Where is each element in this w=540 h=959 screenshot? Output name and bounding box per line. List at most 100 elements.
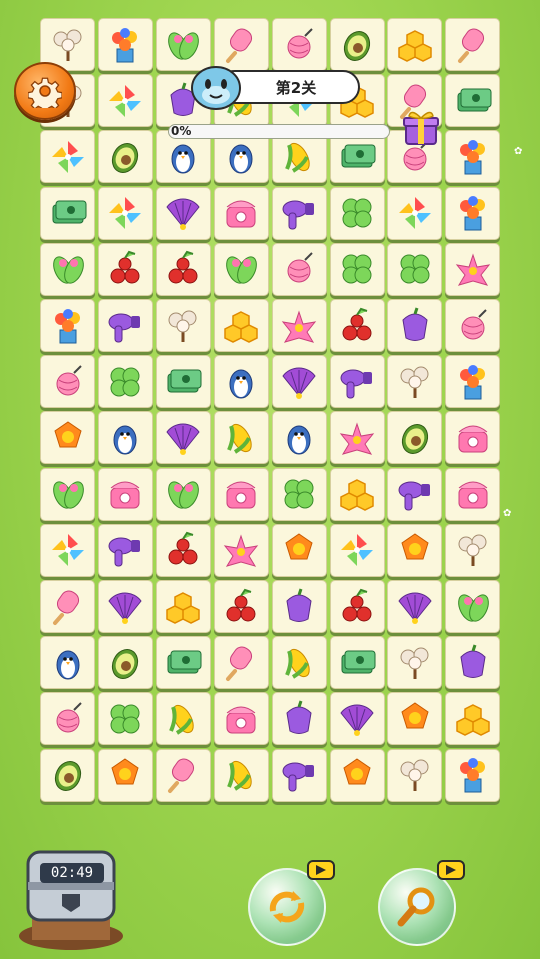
- tile-banknotes[interactable]: [155, 355, 211, 409]
- tile-flower-pot[interactable]: [445, 130, 501, 184]
- tile-orange-flower[interactable]: [40, 411, 95, 465]
- tile-orange-flower[interactable]: [271, 523, 327, 577]
- tile-avocado[interactable]: [329, 18, 385, 71]
- tile-clover[interactable]: [271, 467, 327, 521]
- tile-telephone[interactable]: [213, 467, 269, 521]
- tile-cotton[interactable]: [387, 636, 443, 690]
- tile-avocado[interactable]: [387, 411, 443, 465]
- tile-hairdryer[interactable]: [329, 355, 385, 409]
- tile-fan[interactable]: [387, 580, 443, 633]
- tile-telephone[interactable]: [213, 692, 269, 746]
- tile-flower-pot[interactable]: [445, 186, 501, 240]
- tile-clover[interactable]: [329, 242, 385, 296]
- tile-telephone[interactable]: [445, 411, 501, 465]
- tile-avocado[interactable]: [97, 130, 153, 184]
- tile-cotton[interactable]: [387, 355, 443, 409]
- tile-fan[interactable]: [155, 186, 211, 240]
- tile-banknotes[interactable]: [40, 186, 95, 240]
- tile-sandals[interactable]: [40, 467, 95, 521]
- tile-lotus[interactable]: [213, 523, 269, 577]
- tile-yarn[interactable]: [445, 299, 501, 352]
- tile-flower-pot[interactable]: [445, 748, 501, 802]
- tile-penguin[interactable]: [97, 411, 153, 465]
- tile-fan[interactable]: [329, 692, 385, 746]
- settings-button[interactable]: [14, 62, 76, 120]
- tile-telephone[interactable]: [445, 467, 501, 521]
- tile-banknotes[interactable]: [445, 74, 501, 128]
- tile-pinwheel[interactable]: [40, 523, 95, 577]
- tile-pinwheel[interactable]: [97, 74, 153, 128]
- tile-cherries[interactable]: [155, 242, 211, 296]
- tile-honeycomb[interactable]: [213, 299, 269, 352]
- tile-cherries[interactable]: [329, 299, 385, 352]
- tile-bellflower[interactable]: [387, 299, 443, 352]
- tile-honeycomb[interactable]: [155, 580, 211, 633]
- tile-popsicle[interactable]: [155, 748, 211, 802]
- tile-avocado[interactable]: [97, 636, 153, 690]
- gift-icon[interactable]: [402, 108, 440, 146]
- tile-flower-pot[interactable]: [40, 299, 95, 352]
- tile-corn[interactable]: [213, 748, 269, 802]
- tile-bellflower[interactable]: [445, 636, 501, 690]
- tile-telephone[interactable]: [97, 467, 153, 521]
- tile-fan[interactable]: [155, 411, 211, 465]
- tile-hairdryer[interactable]: [387, 467, 443, 521]
- tile-yarn[interactable]: [40, 692, 95, 746]
- tile-fan[interactable]: [271, 355, 327, 409]
- tile-penguin[interactable]: [271, 411, 327, 465]
- tile-hairdryer[interactable]: [271, 186, 327, 240]
- tile-cherries[interactable]: [329, 580, 385, 633]
- tile-corn[interactable]: [213, 411, 269, 465]
- tile-pinwheel[interactable]: [329, 523, 385, 577]
- tile-cotton[interactable]: [445, 523, 501, 577]
- tile-yarn[interactable]: [271, 242, 327, 296]
- tile-telephone[interactable]: [213, 186, 269, 240]
- tile-banknotes[interactable]: [155, 636, 211, 690]
- tile-flower-pot[interactable]: [97, 18, 153, 71]
- tile-lotus[interactable]: [271, 299, 327, 352]
- tile-clover[interactable]: [329, 186, 385, 240]
- tile-honeycomb[interactable]: [329, 467, 385, 521]
- tile-sandals[interactable]: [445, 580, 501, 633]
- tile-sandals[interactable]: [155, 467, 211, 521]
- tile-cotton[interactable]: [387, 748, 443, 802]
- tile-hairdryer[interactable]: [97, 299, 153, 352]
- tile-popsicle[interactable]: [445, 18, 501, 71]
- tile-sandals[interactable]: [40, 242, 95, 296]
- tile-bellflower[interactable]: [271, 692, 327, 746]
- tile-penguin[interactable]: [213, 355, 269, 409]
- tile-clover[interactable]: [97, 692, 153, 746]
- tile-hairdryer[interactable]: [271, 748, 327, 802]
- tile-honeycomb[interactable]: [445, 692, 501, 746]
- tile-yarn[interactable]: [271, 18, 327, 71]
- tile-popsicle[interactable]: [213, 636, 269, 690]
- tile-lotus[interactable]: [445, 242, 501, 296]
- tile-orange-flower[interactable]: [387, 523, 443, 577]
- tile-avocado[interactable]: [40, 748, 95, 802]
- tile-cherries[interactable]: [97, 242, 153, 296]
- tile-yarn[interactable]: [40, 355, 95, 409]
- tile-orange-flower[interactable]: [329, 748, 385, 802]
- tile-corn[interactable]: [155, 692, 211, 746]
- tile-orange-flower[interactable]: [97, 748, 153, 802]
- tile-penguin[interactable]: [40, 636, 95, 690]
- tile-pinwheel[interactable]: [40, 130, 95, 184]
- tile-bellflower[interactable]: [271, 580, 327, 633]
- tile-banknotes[interactable]: [329, 636, 385, 690]
- tile-sandals[interactable]: [213, 242, 269, 296]
- tile-clover[interactable]: [97, 355, 153, 409]
- tile-flower-pot[interactable]: [445, 355, 501, 409]
- tile-pinwheel[interactable]: [387, 186, 443, 240]
- tile-hairdryer[interactable]: [97, 523, 153, 577]
- tile-cotton[interactable]: [155, 299, 211, 352]
- tile-fan[interactable]: [97, 580, 153, 633]
- tile-cherries[interactable]: [213, 580, 269, 633]
- tile-lotus[interactable]: [329, 411, 385, 465]
- tile-popsicle[interactable]: [40, 580, 95, 633]
- tile-orange-flower[interactable]: [387, 692, 443, 746]
- tile-clover[interactable]: [387, 242, 443, 296]
- tile-honeycomb[interactable]: [387, 18, 443, 71]
- tile-corn[interactable]: [271, 636, 327, 690]
- tile-pinwheel[interactable]: [97, 186, 153, 240]
- tile-cherries[interactable]: [155, 523, 211, 577]
